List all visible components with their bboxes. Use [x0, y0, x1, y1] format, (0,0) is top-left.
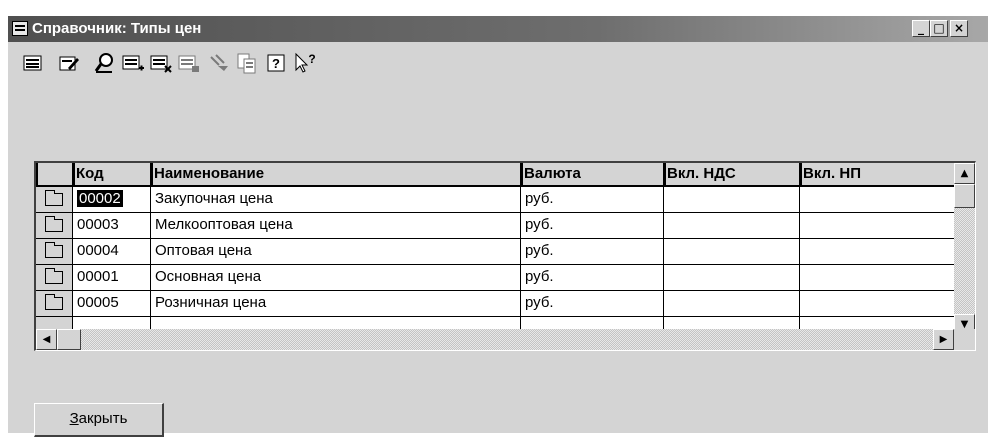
context-help-icon[interactable]: ? [294, 52, 316, 74]
cell-name[interactable]: Оптовая цена [151, 239, 521, 265]
cell-name[interactable]: Розничная цена [151, 291, 521, 317]
vertical-scrollbar[interactable]: ▲ ▼ [954, 163, 975, 335]
find-icon[interactable] [94, 52, 116, 74]
cell-code[interactable]: 00004 [73, 239, 151, 265]
row-header[interactable] [36, 239, 73, 265]
cell-np[interactable] [800, 265, 960, 291]
cell-currency[interactable]: руб. [521, 291, 664, 317]
cell-vat[interactable] [664, 239, 800, 265]
horizontal-scroll-thumb[interactable] [57, 329, 81, 350]
column-header-vat[interactable]: Вкл. НДС [664, 163, 800, 187]
scroll-right-arrow-icon[interactable]: ▶ [933, 329, 954, 350]
minimize-button[interactable]: _ [912, 20, 930, 37]
print-icon[interactable] [178, 52, 200, 74]
row-header[interactable] [36, 291, 73, 317]
cell-code[interactable]: 00003 [73, 213, 151, 239]
vertical-scroll-thumb[interactable] [954, 184, 975, 208]
cell-name[interactable]: Закупочная цена [151, 187, 521, 213]
cell-code[interactable]: 00005 [73, 291, 151, 317]
scroll-up-arrow-icon[interactable]: ▲ [954, 163, 975, 184]
cell-currency[interactable]: руб. [521, 265, 664, 291]
content-panel: Код Наименование Валюта Вкл. НДС Вкл. НП… [8, 121, 988, 417]
edit-item-icon[interactable] [58, 52, 80, 74]
cell-vat[interactable] [664, 265, 800, 291]
cell-name[interactable]: Мелкооптовая цена [151, 213, 521, 239]
title-bar[interactable]: Справочник: Типы цен _ □ × [8, 16, 988, 42]
column-header-currency[interactable]: Валюта [521, 163, 664, 187]
column-header-np[interactable]: Вкл. НП [800, 163, 960, 187]
svg-text:?: ? [308, 52, 315, 66]
cell-np[interactable] [800, 291, 960, 317]
row-header[interactable] [36, 265, 73, 291]
filter-icon[interactable] [208, 52, 230, 74]
cell-code[interactable]: 00001 [73, 265, 151, 291]
row-header-corner [36, 163, 73, 187]
cell-currency[interactable]: руб. [521, 187, 664, 213]
horizontal-scrollbar[interactable]: ◀ ▶ [36, 329, 975, 350]
folder-icon [45, 268, 63, 284]
price-types-table[interactable]: Код Наименование Валюта Вкл. НДС Вкл. НП… [34, 161, 976, 351]
cell-np[interactable] [800, 187, 960, 213]
folder-icon [45, 294, 63, 310]
help-icon[interactable]: ? [266, 52, 288, 74]
cell-np[interactable] [800, 239, 960, 265]
copy-icon[interactable] [236, 52, 258, 74]
column-header-code[interactable]: Код [73, 163, 151, 187]
scroll-left-arrow-icon[interactable]: ◀ [36, 329, 57, 350]
close-window-button[interactable]: × [950, 20, 968, 37]
delete-row-icon[interactable] [150, 52, 172, 74]
cell-np[interactable] [800, 213, 960, 239]
folder-icon [45, 190, 63, 206]
folder-icon [45, 216, 63, 232]
cell-code[interactable]: 00002 [73, 187, 151, 213]
window-title: Справочник: Типы цен [32, 20, 202, 37]
cell-currency[interactable]: руб. [521, 239, 664, 265]
column-header-name[interactable]: Наименование [151, 163, 521, 187]
row-header[interactable] [36, 213, 73, 239]
svg-text:?: ? [272, 56, 280, 71]
cell-vat[interactable] [664, 291, 800, 317]
folder-icon [45, 242, 63, 258]
add-row-icon[interactable] [122, 52, 144, 74]
cell-name[interactable]: Основная цена [151, 265, 521, 291]
maximize-button[interactable]: □ [930, 20, 948, 37]
cell-vat[interactable] [664, 187, 800, 213]
row-header[interactable] [36, 187, 73, 213]
scrollbar-corner [954, 329, 975, 350]
close-button[interactable]: Закрыть [34, 403, 164, 437]
price-types-window: Справочник: Типы цен _ □ × ? ? Код Наиме… [6, 14, 988, 437]
cell-vat[interactable] [664, 213, 800, 239]
new-item-icon[interactable] [22, 52, 44, 74]
cell-currency[interactable]: руб. [521, 213, 664, 239]
reference-book-icon [12, 21, 28, 36]
